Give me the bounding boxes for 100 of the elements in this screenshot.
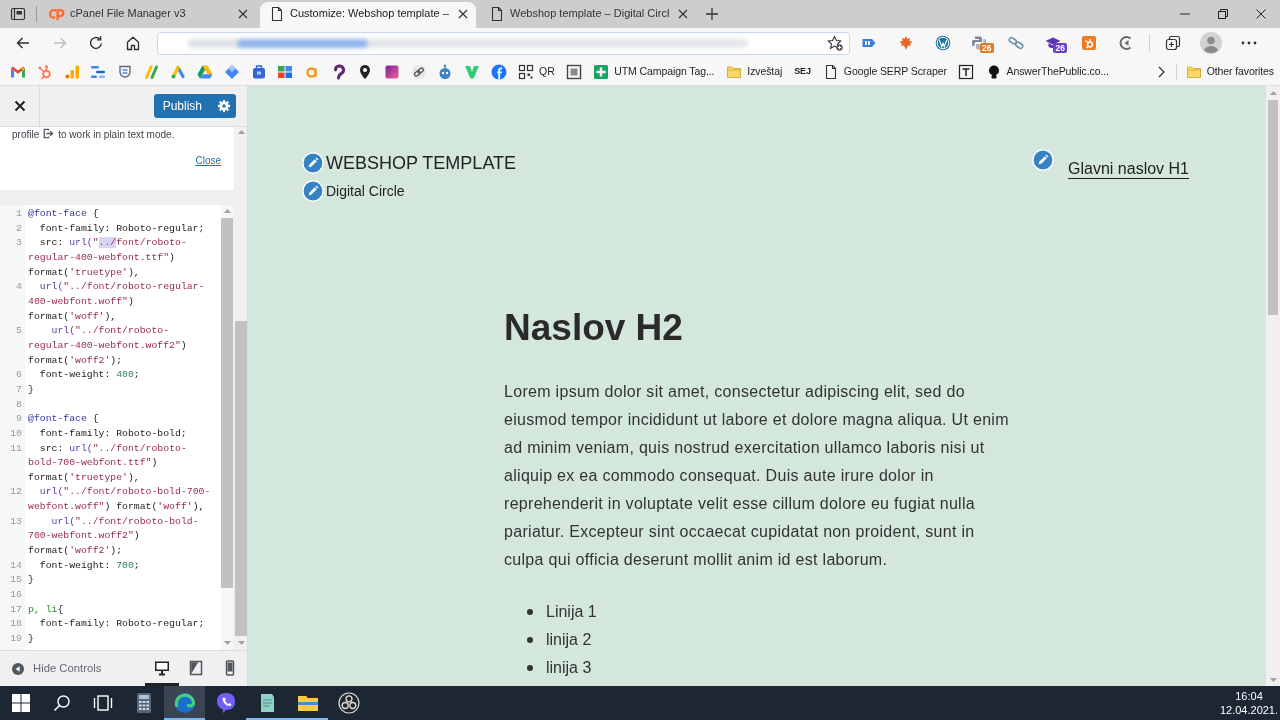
close-icon[interactable] (1256, 9, 1266, 19)
back-icon[interactable] (15, 35, 32, 51)
line-number: 3 (15, 236, 22, 251)
bookmark-link[interactable]: UTM Campaign Tag... (587, 58, 721, 85)
collections-icon[interactable] (1164, 35, 1181, 51)
line-number: 19 (9, 632, 22, 647)
line-number: 15 (9, 573, 22, 588)
reload-icon[interactable] (88, 35, 105, 51)
folder-icon (1185, 63, 1202, 80)
plus-tile-icon (593, 63, 610, 80)
publish-button[interactable]: Publish (153, 94, 212, 118)
page-icon (489, 5, 505, 22)
blocks-icon[interactable] (277, 63, 294, 80)
sprocket-tile-icon[interactable] (1081, 35, 1098, 51)
circle-logo-icon[interactable] (934, 35, 951, 51)
scrollbar[interactable] (1266, 86, 1280, 686)
menu-link[interactable]: Glavni naslov H1 (1068, 159, 1189, 179)
taskbar-button[interactable] (164, 686, 205, 720)
code-line: format('truetype'), (28, 265, 140, 280)
code-line: font-weight: 400; (39, 368, 140, 383)
scrollbar[interactable] (221, 205, 234, 650)
scrollbar-thumb[interactable] (235, 321, 247, 636)
line-number: 11 (9, 441, 22, 456)
maximize-icon[interactable] (1218, 9, 1228, 19)
tile-icon[interactable] (383, 63, 400, 80)
bullet-icon (527, 665, 533, 671)
bars-icon[interactable] (90, 63, 107, 80)
bookmark-link[interactable]: AnswerThePublic.co... (979, 58, 1115, 85)
peak-icon[interactable] (170, 63, 187, 80)
line-number: 6 (15, 368, 22, 383)
code-line: bold-700-webfont.ttf") (28, 456, 158, 471)
close-icon[interactable] (678, 8, 688, 19)
bookmark-link[interactable]: QR (512, 58, 561, 85)
new-tab-icon[interactable] (705, 6, 719, 21)
line-number: 5 (15, 324, 22, 339)
bar-chart-icon[interactable] (63, 63, 80, 80)
bullet-icon (527, 637, 533, 643)
bookmark-link[interactable]: Izveštaj (720, 58, 789, 85)
stripes-icon[interactable] (143, 63, 160, 80)
frame-icon[interactable] (565, 63, 582, 80)
settings-button[interactable] (212, 94, 236, 118)
browser-tab[interactable]: cPanel File Manager v3 (40, 2, 256, 28)
line-number: 16 (9, 588, 22, 603)
line-number: 18 (9, 617, 22, 632)
line-number: 8 (15, 397, 22, 412)
settings-icon (217, 99, 231, 113)
start-icon[interactable] (11, 694, 30, 712)
clock-date: 12.04.2021. (1219, 703, 1279, 717)
scrollbar-thumb[interactable] (221, 218, 234, 588)
avatar-icon[interactable] (1199, 32, 1222, 54)
tab-actions-icon[interactable] (10, 6, 26, 22)
shield-icon[interactable] (117, 63, 134, 80)
close-icon[interactable] (238, 8, 248, 19)
chevron-right-icon[interactable] (1156, 65, 1165, 78)
profile-link[interactable]: profile (12, 129, 40, 140)
link-icon[interactable] (1008, 35, 1025, 51)
boxed-t-icon[interactable] (958, 63, 975, 80)
link-icon[interactable] (410, 63, 427, 80)
browser-tab[interactable]: Customize: Webshop template – (260, 2, 476, 28)
search-icon[interactable] (52, 694, 71, 712)
code-line: font-family: Roboto-regular; (39, 221, 205, 236)
list-item: Linija 1 (546, 602, 597, 622)
code-line: 400-webfont.woff") (28, 294, 134, 309)
leaf-icon[interactable] (898, 35, 915, 51)
hide-controls-button[interactable]: Hide Controls (0, 651, 102, 686)
site-tagline: Digital Circle (326, 181, 405, 201)
address-field[interactable] (157, 31, 850, 55)
code-line: src: url("../font/roboto- (39, 441, 187, 456)
pencil-icon[interactable] (1032, 149, 1055, 171)
task-view-icon[interactable] (92, 693, 113, 713)
diamond-icon[interactable] (223, 63, 240, 80)
code-line: } (28, 382, 34, 397)
site-title: WEBSHOP TEMPLATE (326, 151, 517, 175)
code-line: } (28, 573, 34, 588)
line-number: 14 (9, 558, 22, 573)
home-icon[interactable] (124, 35, 141, 51)
line-number: 2 (15, 221, 22, 236)
bookmark-folder[interactable]: Other favorites (1179, 58, 1280, 85)
close-icon (13, 100, 26, 112)
collapse-icon (12, 662, 24, 675)
browser-tab[interactable]: Webshop template – Digital Circl (480, 2, 696, 28)
close-icon[interactable] (458, 8, 468, 19)
close-link[interactable]: Close (195, 154, 222, 168)
line-number: 12 (9, 485, 22, 500)
add-favorite-icon[interactable] (827, 35, 843, 51)
scrollbar-thumb[interactable] (1268, 100, 1278, 315)
pencil-icon[interactable] (302, 152, 324, 174)
code-line: src: url("../font/roboto- (39, 236, 187, 251)
more-icon[interactable] (1240, 41, 1257, 45)
bag-icon[interactable] (250, 63, 267, 80)
triangle-icon[interactable] (197, 63, 214, 80)
count-badge: 26 (1053, 43, 1067, 53)
qr-code-icon (518, 63, 535, 80)
bookmark-link[interactable]: SEJ (788, 58, 817, 85)
body-paragraph: Lorem ipsum dolor sit amet, consectetur adipiscing elit, sed do eiusmod tempor incididunt ut labore et dolore magna aliqua. Ut enim ad minim veniam, quis nostrud exercitation ullamco laboris nisi ut aliquip ex ea commodo consequat. Duis aute irure dolor in reprehenderit in voluptate velit esse cillum dolore eu fugiat nulla pariatur. Excepteur sint occaecat cupidatat non proident, sunt in culpa qui officia deserunt mollit anim id est laborum. (504, 382, 1010, 570)
bookmark-link[interactable]: Google SERP Scraper (816, 58, 953, 85)
pencil-icon[interactable] (302, 180, 324, 202)
code-editor[interactable] (0, 205, 234, 650)
box-arrow-icon (43, 128, 55, 139)
circle-logo-icon[interactable] (490, 63, 507, 80)
